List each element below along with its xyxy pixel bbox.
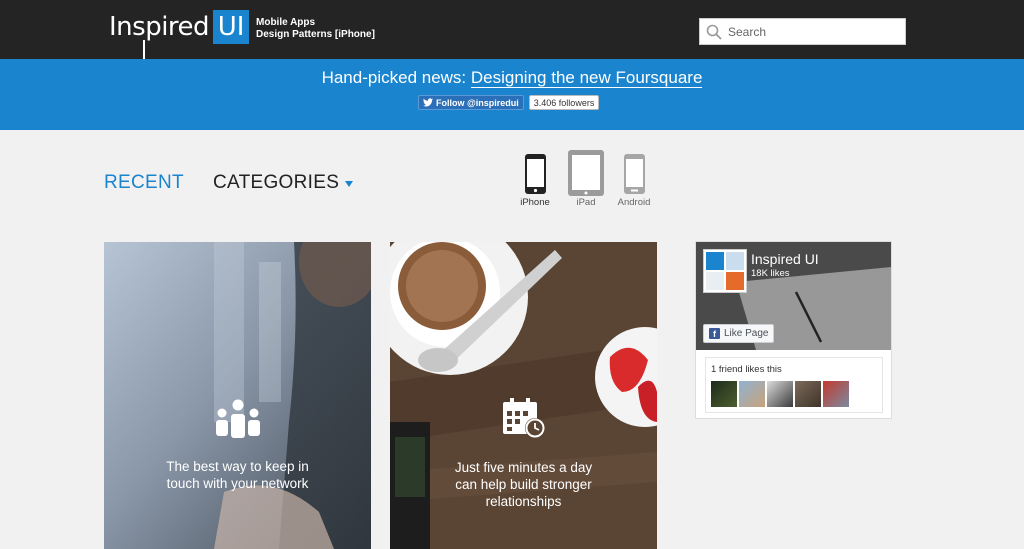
device-label-android: Android xyxy=(617,197,651,208)
avatar[interactable] xyxy=(823,381,849,407)
news-headline: Hand-picked news: Designing the new Four… xyxy=(0,68,1024,88)
logo-wordmark: Inspired xyxy=(109,12,210,42)
card-description: Just five minutes a day can help build s… xyxy=(390,459,657,510)
logo-badge: UI xyxy=(213,10,250,44)
device-filter-ipad[interactable]: iPad xyxy=(566,150,606,208)
tab-categories[interactable]: CATEGORIES xyxy=(213,172,354,194)
twitter-follow-widget: Follow @inspiredui 3.406 followers xyxy=(418,95,600,110)
friend-avatars xyxy=(711,381,849,407)
twitter-follow-button[interactable]: Follow @inspiredui xyxy=(418,95,524,110)
app-card-network[interactable]: The best way to keep in touch with your … xyxy=(104,242,371,549)
card-text-line-2: touch with your network xyxy=(166,476,309,491)
avatar[interactable] xyxy=(739,381,765,407)
news-prefix: Hand-picked news: xyxy=(321,68,467,87)
device-filter-iphone[interactable]: iPhone xyxy=(515,150,555,208)
facebook-page-thumbnail[interactable] xyxy=(703,249,747,293)
people-group-icon xyxy=(216,399,260,438)
facebook-like-page-button[interactable]: f Like Page xyxy=(703,324,775,343)
avatar[interactable] xyxy=(767,381,793,407)
site-logo[interactable]: Inspired UI xyxy=(109,10,250,44)
device-filter-android[interactable]: Android xyxy=(614,150,654,208)
search-input[interactable] xyxy=(728,24,888,39)
iphone-icon xyxy=(525,154,546,194)
tagline-line-2: Design Patterns [iPhone] xyxy=(256,29,375,40)
card-text-line-1: The best way to keep in xyxy=(166,459,309,474)
site-tagline: Mobile Apps Design Patterns [iPhone] xyxy=(256,17,375,41)
friends-like-text: 1 friend likes this xyxy=(711,364,782,375)
avatar[interactable] xyxy=(711,381,737,407)
like-page-label: Like Page xyxy=(724,328,769,339)
card-description: The best way to keep in touch with your … xyxy=(104,458,371,492)
facebook-friends-panel: 1 friend likes this xyxy=(705,357,883,413)
search-box[interactable] xyxy=(699,18,906,45)
tab-recent[interactable]: RECENT xyxy=(104,172,184,194)
facebook-page-widget: Inspired UI 18K likes f Like Page 1 frie… xyxy=(695,241,892,419)
card-text-line-3: relationships xyxy=(485,494,562,509)
card-text-line-1: Just five minutes a day xyxy=(454,460,593,475)
app-card-relationships[interactable]: Just five minutes a day can help build s… xyxy=(390,242,657,549)
ipad-icon xyxy=(568,150,604,196)
tab-categories-label: CATEGORIES xyxy=(213,172,340,193)
facebook-cover-photo[interactable]: Inspired UI 18K likes f Like Page xyxy=(696,242,891,350)
avatar[interactable] xyxy=(795,381,821,407)
search-icon xyxy=(706,24,722,40)
twitter-follow-label: Follow @inspiredui xyxy=(436,97,519,108)
news-link[interactable]: Designing the new Foursquare xyxy=(470,68,703,88)
twitter-bird-icon xyxy=(423,98,433,107)
calendar-clock-icon xyxy=(503,398,545,438)
facebook-icon: f xyxy=(709,328,720,339)
card-photo-background xyxy=(104,242,371,549)
facebook-like-count: 18K likes xyxy=(751,268,790,279)
tagline-line-1: Mobile Apps xyxy=(256,17,316,28)
caret-down-icon xyxy=(345,181,354,187)
facebook-page-name[interactable]: Inspired UI xyxy=(751,251,819,267)
site-header: Inspired UI Mobile Apps Design Patterns … xyxy=(0,0,1024,59)
android-phone-icon xyxy=(624,154,645,194)
twitter-follower-count: 3.406 followers xyxy=(528,95,600,110)
news-bar: Hand-picked news: Designing the new Four… xyxy=(0,59,1024,130)
card-text-line-2: can help build stronger xyxy=(455,477,592,492)
logo-stem xyxy=(143,40,145,59)
